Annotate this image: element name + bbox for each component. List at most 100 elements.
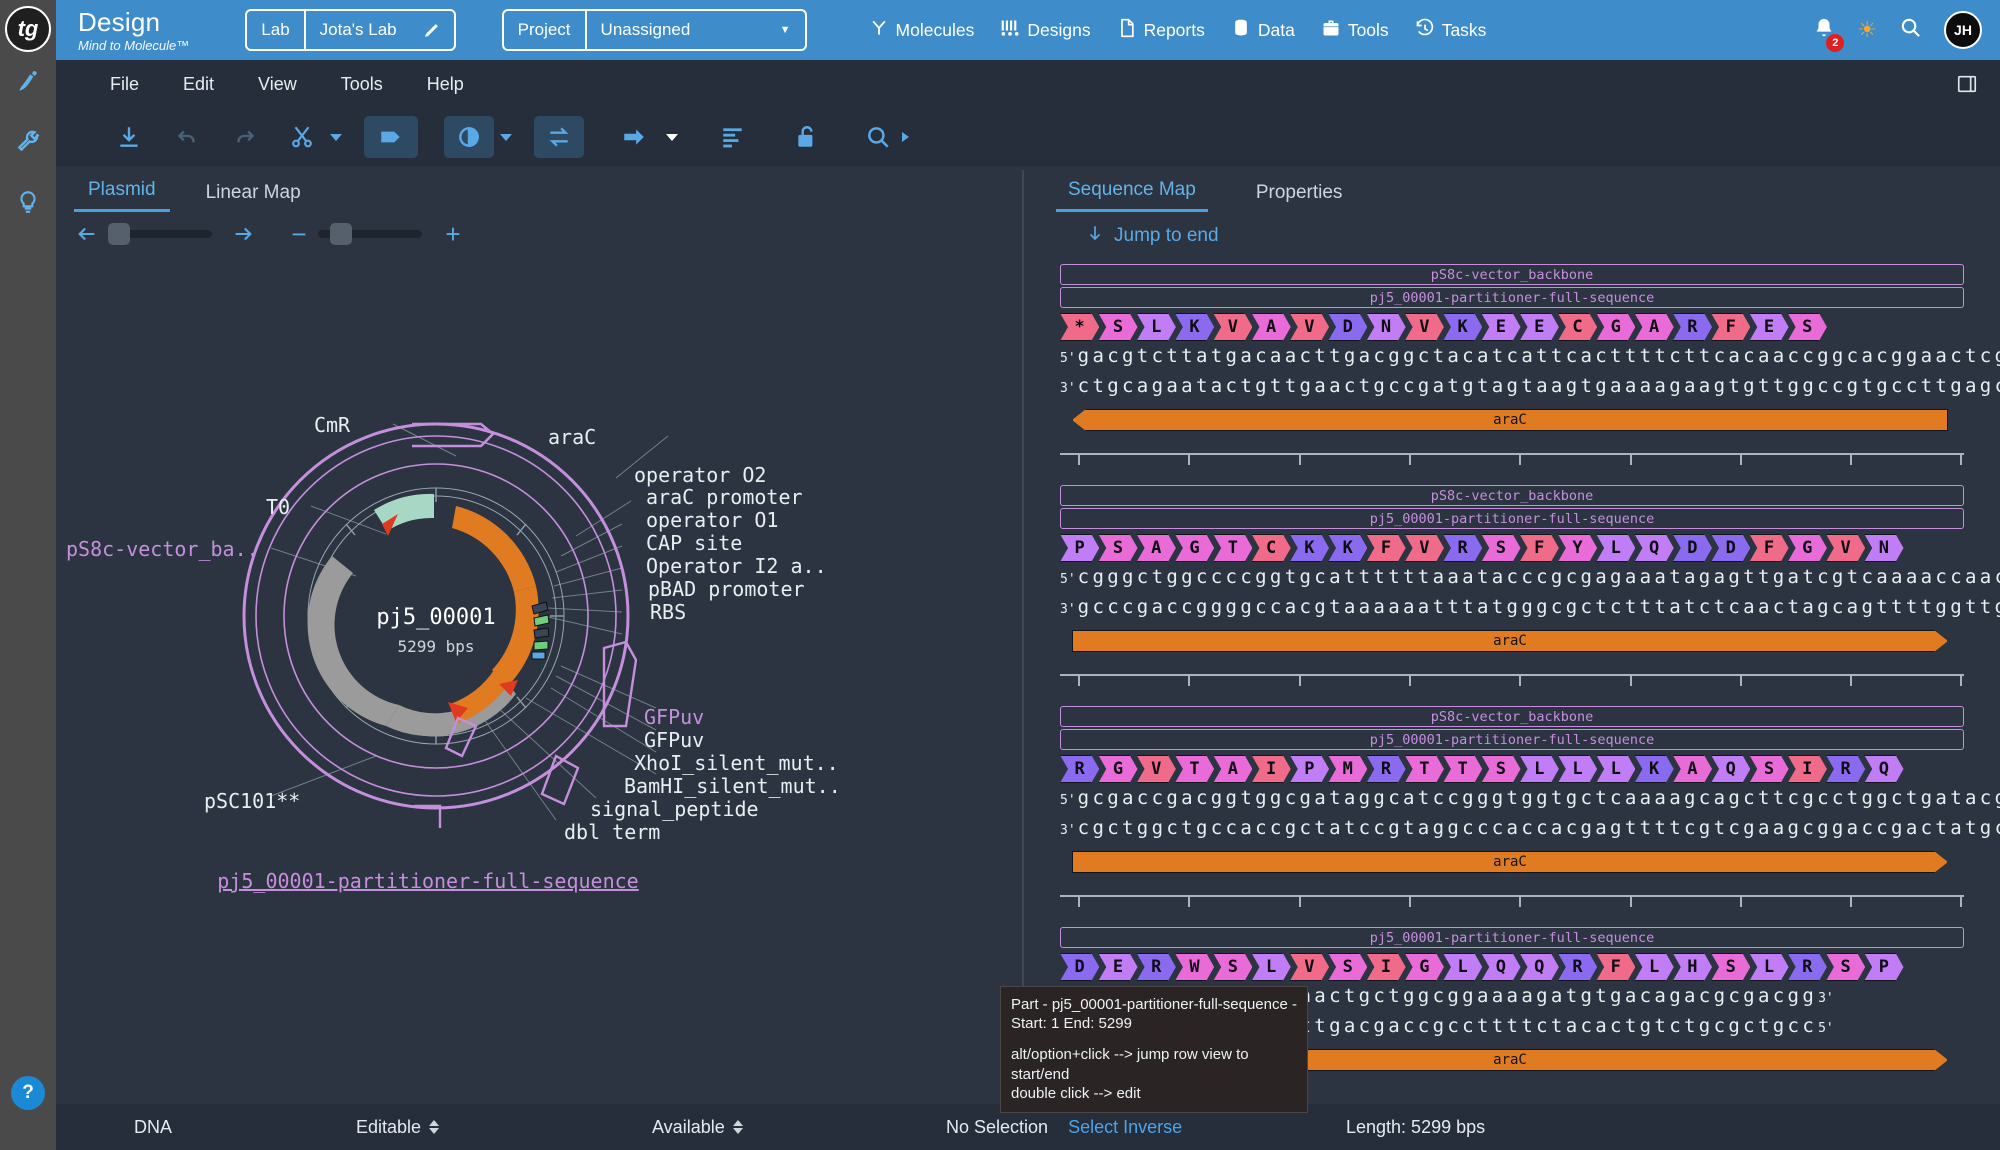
download-button[interactable] — [100, 117, 158, 157]
sequence-row[interactable]: pS8c-vector_backbone pj5_00001-partitione… — [1060, 674, 2000, 873]
align-button[interactable] — [710, 117, 756, 157]
availability-stepper-icon[interactable] — [732, 1120, 743, 1134]
menu-tools[interactable]: Tools — [319, 74, 405, 95]
amino-acid-cell[interactable]: * — [1060, 313, 1099, 341]
find-caret-icon[interactable] — [902, 132, 909, 142]
amino-acid-cell[interactable]: L — [1596, 534, 1635, 562]
select-inverse-link[interactable]: Select Inverse — [1068, 1117, 1182, 1138]
amino-acid-cell[interactable]: V — [1405, 313, 1444, 341]
amino-acid-cell[interactable]: K — [1290, 534, 1329, 562]
amino-acid-cell[interactable]: L — [1251, 953, 1290, 981]
amino-acid-cell[interactable]: E — [1749, 313, 1788, 341]
amino-acid-cell[interactable]: V — [1137, 755, 1176, 783]
dna-bottom-strand[interactable]: 3' ctgcagaatactgttgaactgccgatgtagtaagtgaa… — [1060, 375, 2000, 401]
unlock-button[interactable] — [784, 117, 830, 157]
nav-data[interactable]: Data — [1231, 18, 1295, 43]
amino-acid-cell[interactable]: F — [1596, 953, 1635, 981]
dna-top-strand[interactable]: 5' gacgtcttatgacaacttgacggctacatcattcactt… — [1060, 345, 2000, 371]
amino-acid-cell[interactable]: A — [1673, 755, 1712, 783]
bulb-icon[interactable] — [0, 172, 56, 232]
amino-acid-cell[interactable]: G — [1405, 953, 1444, 981]
amino-acid-cell[interactable]: Q — [1520, 953, 1559, 981]
amino-acid-cell[interactable]: G — [1098, 755, 1137, 783]
amino-acid-cell[interactable]: A — [1213, 755, 1252, 783]
amino-acid-cell[interactable]: S — [1481, 534, 1520, 562]
amino-acid-cell[interactable]: D — [1328, 313, 1367, 341]
amino-acid-cell[interactable]: G — [1175, 534, 1214, 562]
amino-acid-cell[interactable]: Q — [1711, 755, 1750, 783]
amino-acid-cell[interactable]: N — [1366, 313, 1405, 341]
amino-acid-cell[interactable]: S — [1098, 534, 1137, 562]
amino-acid-cell[interactable]: D — [1711, 534, 1750, 562]
amino-acid-cell[interactable]: T — [1443, 755, 1482, 783]
amino-acid-cell[interactable]: R — [1558, 953, 1597, 981]
amino-acid-cell[interactable]: F — [1520, 534, 1559, 562]
amino-acid-cell[interactable]: W — [1175, 953, 1214, 981]
amino-acid-cell[interactable]: Q — [1481, 953, 1520, 981]
feature-track-partitioner[interactable]: pj5_00001-partitioner-full-sequence — [1060, 927, 1964, 948]
pan-slider[interactable] — [108, 223, 212, 245]
nav-molecules[interactable]: Molecules — [869, 18, 974, 43]
feature-track-partitioner[interactable]: pj5_00001-partitioner-full-sequence — [1060, 508, 1964, 529]
amino-acid-cell[interactable]: S — [1213, 953, 1252, 981]
amino-acid-cell[interactable]: D — [1673, 534, 1712, 562]
amino-acid-cell[interactable]: C — [1558, 313, 1597, 341]
amino-acid-cell[interactable]: S — [1098, 313, 1137, 341]
amino-acid-cell[interactable]: I — [1788, 755, 1827, 783]
chevron-down-icon[interactable]: ▼ — [780, 24, 791, 36]
amino-acid-cell[interactable]: R — [1788, 953, 1827, 981]
amino-acid-cell[interactable]: L — [1634, 953, 1673, 981]
direction-button[interactable] — [614, 117, 654, 157]
zoom-slider[interactable] — [318, 223, 422, 245]
wrench-icon[interactable] — [0, 112, 56, 172]
amino-acid-cell[interactable]: R — [1366, 755, 1405, 783]
project-selector[interactable]: Project Unassigned ▼ — [501, 9, 807, 51]
amino-acid-cell[interactable]: K — [1328, 534, 1367, 562]
undo-button[interactable] — [158, 117, 216, 157]
plasmid-footer-link[interactable]: pj5_00001-partitioner-full-sequence — [217, 869, 638, 893]
app-logo[interactable]: tg — [5, 6, 51, 52]
amino-acid-cell[interactable]: L — [1596, 755, 1635, 783]
amino-acid-cell[interactable]: G — [1596, 313, 1635, 341]
zoom-out-button[interactable]: − — [284, 221, 314, 247]
amino-acid-cell[interactable]: E — [1098, 953, 1137, 981]
circular-dropdown-caret-icon[interactable] — [500, 133, 512, 141]
pen-icon[interactable] — [0, 52, 56, 112]
amino-acid-track[interactable]: * S L K V A V D N V K E E C G A R F E S — [1060, 313, 1964, 341]
arrow-right-icon[interactable] — [226, 223, 260, 245]
redo-button[interactable] — [216, 117, 274, 157]
amino-acid-cell[interactable]: G — [1788, 534, 1827, 562]
sequence-row[interactable]: pS8c-vector_backbone pj5_00001-partitione… — [1060, 453, 2000, 652]
editable-stepper-icon[interactable] — [429, 1120, 440, 1134]
amino-acid-cell[interactable]: S — [1826, 953, 1865, 981]
amino-acid-cell[interactable]: K — [1634, 755, 1673, 783]
feature-button[interactable] — [364, 116, 418, 158]
circular-button[interactable] — [444, 116, 494, 158]
zoom-in-button[interactable]: + — [438, 221, 468, 247]
lab-selector[interactable]: Lab Jota's Lab — [245, 9, 456, 51]
feature-track-partitioner[interactable]: pj5_00001-partitioner-full-sequence — [1060, 729, 1964, 750]
amino-acid-cell[interactable]: A — [1251, 313, 1290, 341]
amino-acid-track[interactable]: RGVTAIPMRTTSLLLKAQSIRQ — [1060, 755, 1964, 783]
amino-acid-cell[interactable]: A — [1137, 534, 1176, 562]
amino-acid-cell[interactable]: R — [1060, 755, 1099, 783]
avatar[interactable]: JH — [1944, 11, 1982, 49]
amino-acid-track[interactable]: DERWSLVSIGLQQRFLHSLRSP — [1060, 953, 1964, 981]
amino-acid-cell[interactable]: P — [1290, 755, 1329, 783]
amino-acid-cell[interactable]: I — [1366, 953, 1405, 981]
help-button[interactable]: ? — [11, 1076, 45, 1110]
nav-tools[interactable]: Tools — [1321, 18, 1389, 43]
amino-acid-cell[interactable]: L — [1749, 953, 1788, 981]
plasmid-map[interactable]: pj5_00001 5299 bps CmR T0 pS8c-vector_ba… — [56, 256, 1022, 1096]
tab-properties[interactable]: Properties — [1244, 182, 1355, 212]
amino-acid-cell[interactable]: D — [1060, 953, 1099, 981]
amino-acid-cell[interactable]: S — [1481, 755, 1520, 783]
status-editable[interactable]: Editable — [356, 1117, 440, 1138]
amino-acid-cell[interactable]: I — [1251, 755, 1290, 783]
amino-acid-cell[interactable]: A — [1634, 313, 1673, 341]
pencil-icon[interactable] — [423, 22, 440, 39]
flip-button[interactable] — [534, 116, 584, 158]
dna-bottom-strand[interactable]: 3' cgctggctgccaccgctatccgtaggcccaccacgagt… — [1060, 817, 2000, 843]
amino-acid-cell[interactable]: Q — [1864, 755, 1903, 783]
cut-dropdown-caret-icon[interactable] — [330, 133, 342, 141]
